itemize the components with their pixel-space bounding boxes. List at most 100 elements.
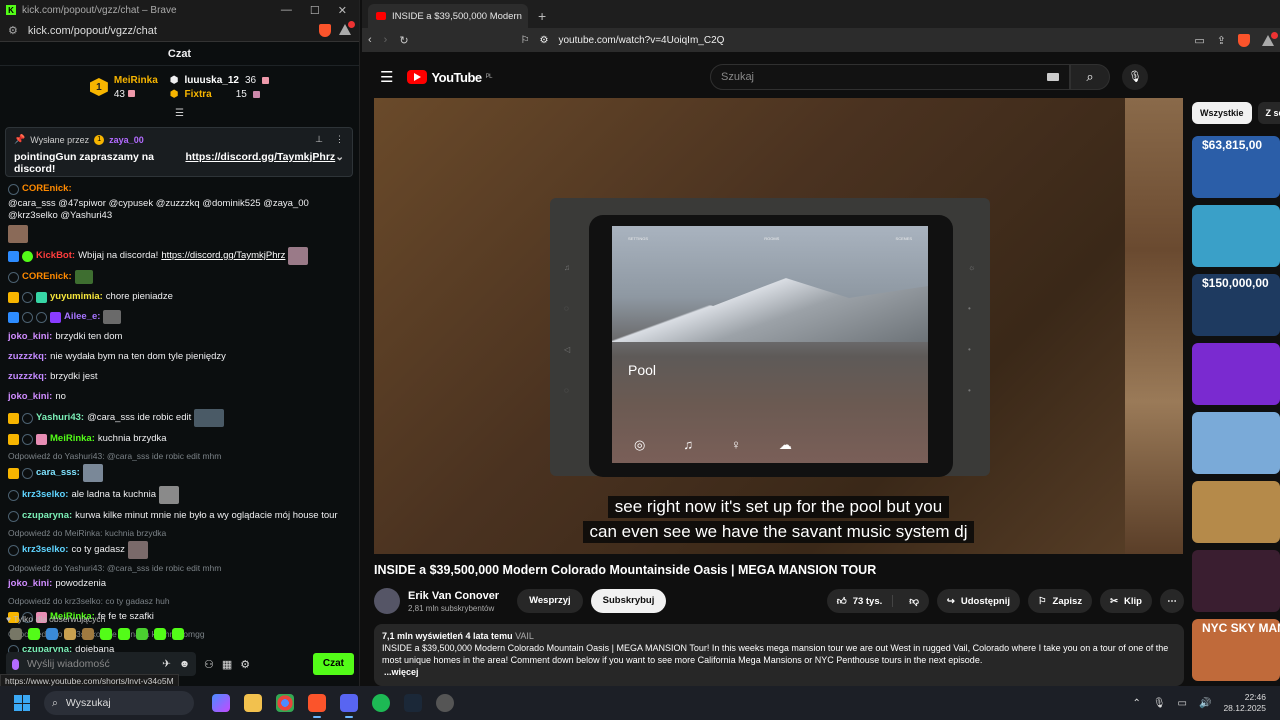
users-icon[interactable]: ⚇: [204, 658, 214, 671]
save-button[interactable]: ⚐ Zapisz: [1027, 589, 1093, 613]
like-button[interactable]: 👍︎ 73 tys.: [827, 595, 894, 607]
back-icon[interactable]: ‹: [368, 34, 372, 46]
reply-context[interactable]: Odpowiedź do Yashuri43: @cara_sss ide ro…: [8, 563, 352, 574]
brave-rewards-icon[interactable]: [1262, 31, 1278, 46]
chat-username[interactable]: MeiRinka:: [50, 433, 95, 445]
chat-username[interactable]: zuzzzkq:: [8, 371, 47, 383]
spotify-icon[interactable]: [372, 694, 390, 712]
minimize-icon[interactable]: —: [281, 4, 292, 17]
brave-shields-icon[interactable]: [1238, 33, 1250, 47]
chat-username[interactable]: krz3selko:: [22, 544, 68, 556]
youtube-logo[interactable]: YouTube PL: [407, 70, 493, 85]
clip-button[interactable]: ✂ Klip: [1100, 589, 1152, 613]
recommended-video-thumbnail[interactable]: [1192, 481, 1280, 543]
chat-username[interactable]: cara_sss:: [36, 467, 80, 479]
brave-rewards-icon[interactable]: [339, 21, 355, 35]
new-tab-icon[interactable]: +: [538, 4, 546, 28]
emote-button[interactable]: [100, 628, 112, 640]
more-actions-button[interactable]: ⋯: [1160, 589, 1184, 613]
tray-chevron-icon[interactable]: ⌃: [1132, 698, 1140, 709]
leaderboard-toggle-icon[interactable]: ☰: [0, 108, 359, 120]
emote-button[interactable]: [154, 628, 166, 640]
site-settings-icon[interactable]: ⚙: [8, 24, 18, 37]
display-icon[interactable]: ▭: [1178, 698, 1187, 709]
leaderboard-second[interactable]: ⬢ luuuska_12 36: [170, 75, 270, 86]
unpin-icon[interactable]: ⊥: [315, 134, 323, 145]
file-explorer-icon[interactable]: [244, 694, 262, 712]
emote-button[interactable]: [10, 628, 22, 640]
discord-icon[interactable]: [340, 694, 358, 718]
kick-url[interactable]: kick.com/popout/vgzz/chat: [28, 25, 157, 37]
site-info-icon[interactable]: ⚙: [540, 35, 549, 46]
leaderboard-third[interactable]: ⬢ Fixtra 15: [170, 89, 269, 100]
chat-username[interactable]: czuparyna:: [22, 510, 72, 522]
chat-username[interactable]: yuyumimia:: [50, 291, 103, 303]
more-options-icon[interactable]: ⋮: [335, 134, 344, 145]
address-url[interactable]: youtube.com/watch?v=4UoiqIm_C2Q: [559, 35, 725, 46]
brave-shields-icon[interactable]: [319, 24, 331, 37]
emote-button[interactable]: [64, 628, 76, 640]
voice-search-button[interactable]: 🎙: [1121, 64, 1148, 90]
start-button[interactable]: [14, 695, 30, 711]
emote-button[interactable]: [82, 628, 94, 640]
search-button[interactable]: ⌕: [1069, 64, 1110, 90]
chat-username[interactable]: KickBot:: [36, 250, 75, 262]
emote-button[interactable]: [172, 628, 184, 640]
chat-username[interactable]: joko_kini:: [8, 391, 52, 403]
brave-icon[interactable]: [308, 694, 326, 718]
emoji-icon[interactable]: ☻: [179, 658, 190, 670]
chat-username[interactable]: zuzzzkq:: [8, 351, 47, 363]
channel-name[interactable]: Erik Van Conover: [408, 590, 499, 602]
chrome-icon[interactable]: [276, 694, 294, 712]
bookmark-icon[interactable]: ⚐: [521, 35, 530, 46]
taskbar-search[interactable]: ⌕ Wyszukaj: [44, 691, 194, 715]
steam-icon[interactable]: [404, 694, 422, 712]
chip-all[interactable]: Wszystkie: [1192, 102, 1252, 124]
dislike-button[interactable]: 👎︎: [899, 595, 929, 607]
emote-button[interactable]: [136, 628, 148, 640]
chat-mode-icon[interactable]: ▦: [222, 658, 232, 671]
recommended-video-thumbnail[interactable]: $150,000,00: [1192, 274, 1280, 336]
settings-icon[interactable]: ⚙: [240, 658, 250, 671]
video-description[interactable]: 7,1 mln wyświetleń 4 lata temu VAIL INSI…: [374, 624, 1184, 686]
emote-button[interactable]: [28, 628, 40, 640]
emote-button[interactable]: [46, 628, 58, 640]
obs-icon[interactable]: [436, 694, 454, 712]
video-player[interactable]: ♫ ◌ ◁ ◌ ☼ • • • SETTINGS ROOMS SCENES Pool ◎ ♫…: [374, 98, 1183, 554]
join-button[interactable]: Wesprzyj: [517, 589, 583, 613]
chat-input[interactable]: Wyślij wiadomość ✈ ☻: [6, 652, 196, 676]
chat-username[interactable]: Ailee_e:: [64, 311, 100, 323]
channel-avatar[interactable]: [374, 588, 400, 614]
forward-icon[interactable]: ›: [384, 34, 388, 46]
description-tag[interactable]: VAIL: [515, 631, 534, 641]
share-button[interactable]: ↪ Udostępnij: [936, 589, 1020, 613]
microphone-icon[interactable]: 🎙: [1153, 698, 1166, 709]
chat-username[interactable]: Yashuri43:: [36, 412, 84, 424]
pinned-link[interactable]: https://discord.gg/TaymkjPhrz: [185, 151, 335, 175]
browser-tab-youtube[interactable]: INSIDE a $39,500,000 Modern ✕: [368, 4, 528, 28]
recommended-video-thumbnail[interactable]: NYC SKY MANS: [1192, 619, 1280, 681]
pinned-username[interactable]: zaya_00: [109, 135, 144, 145]
subscribe-button[interactable]: Subskrybuj: [590, 589, 667, 613]
maximize-icon[interactable]: ☐: [310, 4, 320, 17]
leaderboard-first[interactable]: 1 MeiRinka 43: [89, 75, 158, 100]
recommended-video-thumbnail[interactable]: [1192, 205, 1280, 267]
recommended-video-thumbnail[interactable]: [1192, 550, 1280, 612]
recommended-video-thumbnail[interactable]: [1192, 343, 1280, 405]
emote-button[interactable]: [118, 628, 130, 640]
chat-username[interactable]: joko_kini:: [8, 331, 52, 343]
chat-username[interactable]: COREnick:: [22, 183, 72, 195]
cast-icon[interactable]: ▭: [1194, 34, 1204, 47]
translate-icon[interactable]: ✈: [162, 658, 171, 670]
chip-from-series[interactable]: Z se: [1257, 102, 1280, 124]
recommended-video-thumbnail[interactable]: $63,815,00: [1192, 136, 1280, 198]
chat-link[interactable]: https://discord.gg/TaymkjPhrz: [161, 250, 285, 262]
reload-icon[interactable]: ↻: [399, 34, 408, 47]
show-more-link[interactable]: ...więcej: [384, 667, 419, 677]
close-icon[interactable]: ✕: [338, 4, 347, 17]
reply-context[interactable]: Odpowiedź do Yashuri43: @cara_sss ide ro…: [8, 451, 352, 462]
taskbar-clock[interactable]: 22:46 28.12.2025: [1223, 692, 1266, 714]
chat-username[interactable]: COREnick:: [22, 271, 72, 283]
share-page-icon[interactable]: ⇪: [1217, 34, 1226, 47]
menu-icon[interactable]: ☰: [380, 68, 393, 86]
